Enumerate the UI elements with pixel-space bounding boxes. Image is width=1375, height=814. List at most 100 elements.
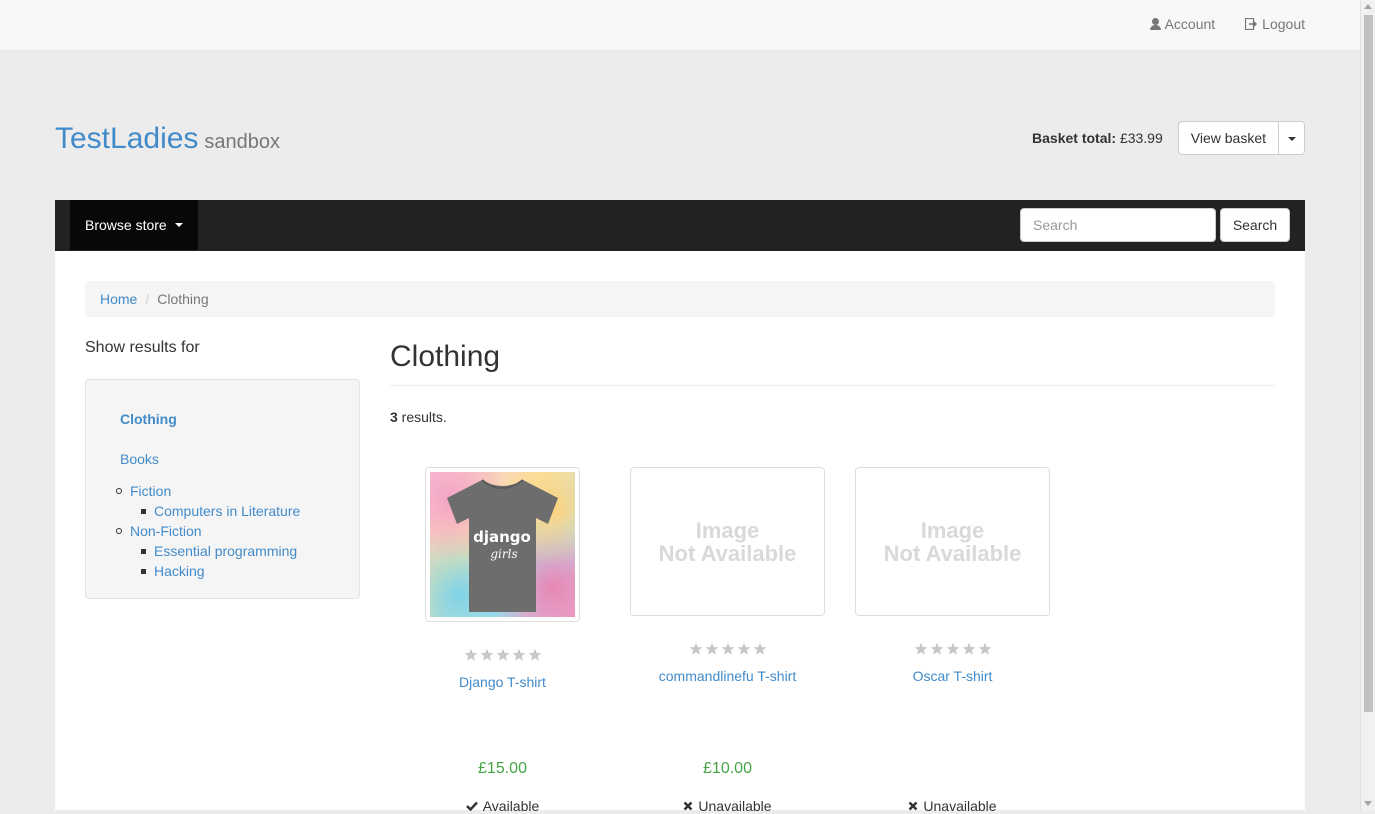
scroll-up-arrow-icon[interactable] [1364,4,1372,9]
product-card: django girls Django T-shirt £15.00 Avail… [405,467,600,814]
tshirt-print-text-2: girls [490,547,517,561]
star-rating [405,648,600,662]
tshirt-print-text-1: django [473,528,531,546]
logout-label: Logout [1262,16,1305,32]
product-name-link[interactable]: Oscar T-shirt [855,668,1050,684]
list-item: Hacking [141,561,300,581]
star-icon [737,642,750,655]
brand: TestLadies sandbox [55,122,280,156]
user-icon [1149,18,1161,30]
bullet-square-icon [141,508,146,514]
sidebar-item-clothing[interactable]: Clothing [120,411,177,427]
list-item: Computers in Literature [141,501,300,521]
product-image: django girls [430,472,575,617]
star-icon [464,648,477,661]
bullet-circle-icon [116,528,122,534]
product-price: £15.00 [478,760,527,777]
breadcrumb: Home / Clothing [85,281,1275,317]
scrollbar-thumb[interactable] [1364,15,1373,712]
product-card: Image Not Available commandlinefu T-shir… [630,467,825,814]
top-bar: Account Logout [0,0,1360,51]
image-unavailable-text-2: Not Available [883,540,1022,566]
sidebar-item-hacking[interactable]: Hacking [154,561,205,581]
breadcrumb-current: Clothing [157,291,209,307]
star-icon [962,642,975,655]
image-unavailable-text-2: Not Available [658,540,797,566]
sidebar-item-books[interactable]: Books [120,451,159,467]
star-icon [480,648,493,661]
scroll-down-arrow-icon[interactable] [1364,801,1372,806]
breadcrumb-separator: / [145,291,150,307]
basket-button-group: View basket [1177,121,1305,155]
caret-down-icon [174,223,183,227]
product-image-link[interactable]: Image Not Available [855,467,1050,616]
browse-store-label: Browse store [85,217,167,233]
star-rating [630,642,825,656]
sidebar-item-non-fiction[interactable]: Non-Fiction [130,521,202,541]
top-links: Account Logout [1149,16,1305,32]
star-rating [855,642,1050,656]
star-icon [978,642,991,655]
basket-total-value: £33.99 [1119,130,1163,146]
product-image-link[interactable]: Image Not Available [630,467,825,616]
sidebar-item-computers-in-literature[interactable]: Computers in Literature [154,501,300,521]
sidebar-item-fiction[interactable]: Fiction [130,481,171,501]
image-unavailable-text-1: Image [695,517,760,543]
brand-name-link[interactable]: TestLadies [55,122,198,155]
page-scrollbar[interactable] [1360,0,1375,810]
basket-total: Basket total: £33.99 [1032,130,1163,146]
star-icon [689,642,702,655]
star-icon [930,642,943,655]
browse-store-dropdown[interactable]: Browse store [70,200,198,250]
breadcrumb-home-link[interactable]: Home [100,291,137,307]
availability-label: Available [482,798,540,814]
basket-total-label: Basket total: [1032,130,1117,146]
star-icon [946,642,959,655]
star-icon [721,642,734,655]
image-unavailable-text-1: Image [920,517,985,543]
sidebar-item-essential-programming[interactable]: Essential programming [154,541,297,561]
star-icon [512,648,525,661]
availability-label: Unavailable [923,798,997,814]
basket-summary: Basket total: £33.99 View basket [1032,121,1305,155]
availability-status: Unavailable [630,798,825,814]
logout-link[interactable]: Logout [1245,16,1305,32]
star-icon [496,648,509,661]
logout-icon [1245,18,1258,30]
bullet-square-icon [141,568,146,574]
search-input[interactable] [1020,208,1216,242]
bullet-square-icon [141,548,146,554]
availability-label: Unavailable [698,798,772,814]
content-panel: Home / Clothing Show results for Clothin… [55,251,1305,814]
product-name-link[interactable]: commandlinefu T-shirt [630,668,825,684]
tshirt-icon: django girls [447,479,558,612]
account-label: Account [1164,16,1216,32]
search-form: Search [1020,208,1290,242]
star-icon [705,642,718,655]
star-icon [528,648,541,661]
account-link[interactable]: Account [1149,16,1216,32]
product-name-link[interactable]: Django T-shirt [405,674,600,690]
star-icon [914,642,927,655]
title-divider [390,385,1275,386]
results-suffix: results. [397,409,447,425]
view-basket-button[interactable]: View basket [1177,121,1279,155]
product-card: Image Not Available Oscar T-shirt Unavai… [855,467,1050,814]
product-price: £10.00 [703,760,752,777]
caret-down-icon [1287,137,1296,142]
availability-status: Unavailable [855,798,1050,814]
list-item: Essential programming [141,541,300,561]
availability-status: Available [405,798,600,814]
list-item: Non-Fiction [116,521,300,541]
category-sidebar: Clothing Books Fiction Computers in Lite… [85,379,360,599]
main-navbar: Browse store Search [55,200,1305,251]
category-tree: Fiction Computers in Literature Non-Fict… [116,481,300,581]
search-button[interactable]: Search [1220,208,1290,242]
brand-subtitle: sandbox [204,131,280,153]
bullet-circle-icon [116,488,122,494]
sidebar-title: Show results for [85,339,200,356]
basket-dropdown-toggle[interactable] [1279,121,1305,155]
star-icon [753,642,766,655]
results-number: 3 [390,409,398,425]
product-image-link[interactable]: django girls [425,467,580,622]
